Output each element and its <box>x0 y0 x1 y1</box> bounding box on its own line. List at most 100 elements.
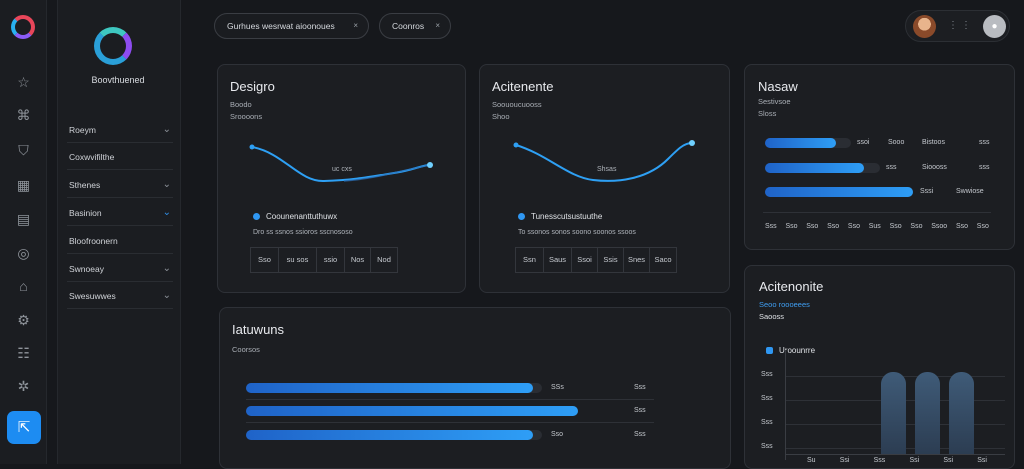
shield-icon[interactable]: ⛉ <box>15 142 32 159</box>
active-nav-button[interactable]: ⇱ <box>7 411 41 444</box>
activity-line-chart <box>513 140 695 182</box>
user-icon[interactable]: ● <box>983 15 1006 38</box>
x-tick-label: Ssi <box>943 457 954 464</box>
close-icon[interactable]: × <box>353 14 358 38</box>
bar-value: sss <box>886 164 897 171</box>
card-meta: Dro ss ssnos ssioros sscnososo <box>253 229 353 236</box>
settings-icon[interactable]: ✲ <box>15 378 32 395</box>
y-tick-label: Sss <box>761 419 773 426</box>
axis-tick-label: Sso <box>955 223 969 230</box>
table-cell: Sso <box>251 248 279 272</box>
progress-bar <box>765 163 880 173</box>
filter-pill[interactable]: Gurhues wesrwat aioonoues × <box>214 13 369 39</box>
bar-value: Sooo <box>888 139 905 146</box>
card-subtitle: Boodo <box>230 100 252 109</box>
gear-icon[interactable]: ⚙ <box>15 312 32 329</box>
sidebar-item-active[interactable]: Basinion ⌄ <box>67 200 173 226</box>
x-tick-label: Ssi <box>839 457 850 464</box>
more-icon[interactable]: ⋮⋮ <box>948 20 974 31</box>
table-cell: Nod <box>377 255 391 264</box>
sidebar-item[interactable]: Swnoeay ⌄ <box>67 256 173 282</box>
brand-logo-icon <box>94 27 132 65</box>
card-title: Desigro <box>230 79 275 94</box>
legend-dot-icon <box>518 213 525 220</box>
card-title: Acitenonite <box>759 279 824 294</box>
axis-tick-label: Ssoo <box>931 223 948 230</box>
card-title: Acitenente <box>492 79 554 94</box>
bar-value: Sss <box>634 431 646 438</box>
card-subtitle: Sroooons <box>230 112 263 121</box>
table-cell: Ssn <box>516 248 544 272</box>
design-card: Desigro Boodo Sroooons uc cxs Coounenant… <box>217 64 466 293</box>
card-subtitle: Sestivsoe <box>758 97 791 106</box>
bar-value: Bistoos <box>922 139 945 146</box>
sidebar-item[interactable]: Coxwvifilthe <box>67 144 173 170</box>
y-tick-label: Sss <box>761 371 773 378</box>
sidebar-item[interactable]: Roeym ⌄ <box>67 117 173 143</box>
progress-bar <box>765 138 851 148</box>
card-subtitle: Shoo <box>492 112 510 121</box>
chart-label: Shsas <box>597 166 617 173</box>
progress-bar <box>246 406 578 416</box>
axis-tick-label: Sso <box>827 223 840 230</box>
filter-pill-label: Gurhues wesrwat aioonoues <box>227 21 335 31</box>
axis-tick-label: Sso <box>976 223 989 230</box>
divider <box>246 399 654 400</box>
axis-tick-label: Sso <box>847 223 860 230</box>
chevron-down-icon: ⌄ <box>162 290 171 301</box>
design-line-chart <box>249 144 433 183</box>
sliders-icon[interactable]: ☷ <box>15 345 32 362</box>
card-subtitle: Saooss <box>759 312 785 321</box>
progress-fill <box>765 138 837 148</box>
x-tick-label: Su <box>807 457 816 464</box>
mini-table: Sso su sos ssio Nos Nod <box>250 247 398 273</box>
column-bar <box>915 372 940 454</box>
bar-value: sss <box>979 164 990 171</box>
progress-bar <box>765 187 913 197</box>
x-tick-label: Ssi <box>977 457 987 464</box>
grid-icon[interactable]: ▦ <box>15 177 32 194</box>
legend: Tunesscutsustuuthe <box>518 212 602 221</box>
axis-tick-label: Sss <box>765 223 777 230</box>
target-icon[interactable]: ◎ <box>15 245 32 262</box>
card-subtitle: Coorsos <box>232 345 260 354</box>
bookmark-icon[interactable]: ⌘ <box>15 107 32 124</box>
progress-fill <box>246 406 578 416</box>
sidebar-item[interactable]: Swesuwwes ⌄ <box>67 283 173 309</box>
filter-pill[interactable]: Coonros × <box>379 13 451 39</box>
bar-value: Sss <box>634 407 646 414</box>
sidebar-item[interactable]: Sthenes ⌄ <box>67 172 173 198</box>
sidebar-item[interactable]: Bloofroonern <box>67 228 173 254</box>
layers-icon[interactable]: ▤ <box>15 211 32 228</box>
bar-value: Sso <box>551 431 564 438</box>
bar-value: Sss <box>634 384 646 391</box>
progress-card: Iatuwuns Coorsos SSs Sss Sss Sso Sss <box>219 307 731 469</box>
table-cell: Ssoi <box>572 248 598 272</box>
user-avatars[interactable]: ⋮⋮ ● <box>905 10 1010 42</box>
activity-column-card: Acitenonite Seoo roooeees Saooss Uroounr… <box>744 265 1015 469</box>
card-meta: To ssonos sonos soono soonos ssoos <box>518 229 636 236</box>
axis-tick-label: Sso <box>889 223 902 230</box>
bar-value: Swwiose <box>956 188 984 195</box>
bar-value: Sssi <box>920 188 934 195</box>
table-cell: su sos <box>279 248 317 272</box>
legend: Coounenanttuthuwx <box>253 212 337 221</box>
column-plot <box>785 354 1005 454</box>
card-title: Iatuwuns <box>232 322 285 337</box>
avatar[interactable] <box>913 15 936 38</box>
star-icon[interactable]: ☆ <box>15 74 32 91</box>
progress-fill <box>765 187 913 197</box>
legend-dot-icon <box>253 213 260 220</box>
activity-card: Acitenente Soououcuooss Shoo Shsas Tunes… <box>479 64 730 293</box>
bar-value: sss <box>979 139 990 146</box>
home-icon[interactable]: ⌂ <box>15 278 32 295</box>
card-title: Nasaw <box>758 79 798 94</box>
table-cell: Saus <box>544 248 572 272</box>
close-icon[interactable]: × <box>435 14 440 38</box>
divider <box>763 212 991 213</box>
progress-fill <box>246 383 534 393</box>
mini-table: Ssn Saus Ssoi Ssis Snes Saco <box>515 247 677 273</box>
chevron-down-icon: ⌄ <box>162 207 171 218</box>
bar-value: SSs <box>551 384 564 391</box>
app-logo-icon[interactable] <box>11 15 35 39</box>
